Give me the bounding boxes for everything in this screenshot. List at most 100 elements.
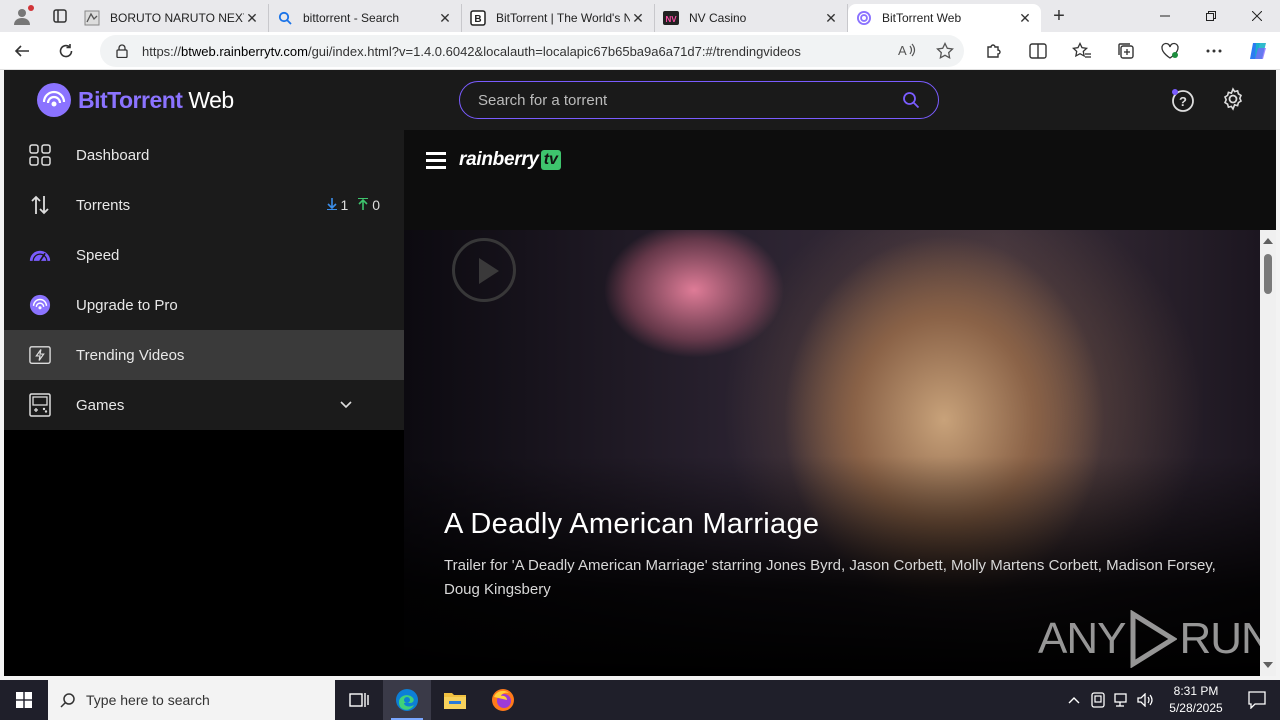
rainberry-tv-logo[interactable]: rainberry tv xyxy=(459,149,561,171)
tab-close-icon[interactable]: ✕ xyxy=(437,10,453,27)
help-icon[interactable]: ? xyxy=(1170,87,1196,113)
video-title: A Deadly American Marriage xyxy=(444,508,820,540)
play-button-icon[interactable] xyxy=(452,238,516,302)
tab-close-icon[interactable]: ✕ xyxy=(630,10,646,27)
task-view-button[interactable] xyxy=(335,680,383,720)
heart-pulse-icon xyxy=(1161,42,1179,59)
favorite-star-icon[interactable] xyxy=(936,42,954,60)
profile-button[interactable] xyxy=(0,0,44,32)
sidebar-item-upgrade-to-pro[interactable]: Upgrade to Pro xyxy=(4,280,404,330)
browser-tab-boruto[interactable]: BORUTO NARUTO NEXT G ✕ xyxy=(76,4,269,32)
sidebar-item-label: Speed xyxy=(76,246,120,264)
edge-browser-icon xyxy=(396,689,418,711)
taskbar-file-explorer-button[interactable] xyxy=(431,680,479,720)
sidebar-item-trending-videos[interactable]: Trending Videos xyxy=(4,330,404,380)
gameboy-icon xyxy=(29,393,51,417)
settings-gear-icon[interactable] xyxy=(1221,87,1245,111)
plus-icon: + xyxy=(1053,4,1065,27)
watermark-right: RUN xyxy=(1179,614,1260,663)
sidebar-item-label: Dashboard xyxy=(76,146,150,164)
tab-actions-icon xyxy=(53,9,67,23)
play-triangle-logo-icon xyxy=(1130,610,1178,668)
network-icon xyxy=(1114,693,1127,707)
url-prefix: https:// xyxy=(142,43,182,59)
up-down-arrows-icon xyxy=(29,194,51,216)
taskbar-edge-button[interactable] xyxy=(383,680,431,720)
back-button[interactable] xyxy=(0,32,44,70)
torrent-search-input[interactable] xyxy=(478,91,878,109)
profile-notification-dot xyxy=(28,5,34,11)
hamburger-menu-icon[interactable] xyxy=(426,152,446,173)
tab-title: BitTorrent Web xyxy=(882,11,962,25)
refresh-button[interactable] xyxy=(44,32,88,70)
speedometer-icon xyxy=(29,244,51,266)
browser-tab-bittorrent[interactable]: B BitTorrent | The World's N ✕ xyxy=(462,4,655,32)
torrent-counts: 1 0 xyxy=(326,197,380,213)
address-bar[interactable]: https://btweb.rainberrytv.com/gui/index.… xyxy=(100,35,964,67)
split-screen-button[interactable] xyxy=(1016,32,1060,70)
browser-tab-nvcasino[interactable]: NV NV Casino ✕ xyxy=(655,4,848,32)
device-icon xyxy=(1091,692,1105,708)
rainberry-logo-text: rainberry xyxy=(459,149,539,170)
scrollbar-thumb[interactable] xyxy=(1264,254,1272,294)
sidebar-item-speed[interactable]: Speed xyxy=(4,230,404,280)
bittorrent-logo-icon xyxy=(37,83,71,117)
tab-actions-button[interactable] xyxy=(44,0,76,32)
show-hidden-icons-button[interactable] xyxy=(1062,696,1086,704)
favorites-button[interactable] xyxy=(1060,32,1104,70)
tab-close-icon[interactable]: ✕ xyxy=(823,10,839,27)
sidebar-item-dashboard[interactable]: Dashboard xyxy=(4,130,404,180)
video-player[interactable]: A Deadly American Marriage Trailer for '… xyxy=(404,230,1260,676)
scroll-up-arrow-icon[interactable] xyxy=(1263,238,1273,244)
start-button[interactable] xyxy=(0,680,48,720)
address-bar-actions: A xyxy=(898,42,954,60)
tray-network-button[interactable] xyxy=(1110,693,1134,707)
browser-tab-bittorrent-web[interactable]: BitTorrent Web ✕ xyxy=(848,4,1041,32)
window-controls xyxy=(1142,0,1280,32)
bittorrent-b-icon: B xyxy=(470,10,486,26)
content-scrollbar[interactable] xyxy=(1260,230,1276,676)
collections-button[interactable] xyxy=(1104,32,1148,70)
taskbar-search-box[interactable]: Type here to search xyxy=(48,680,335,720)
download-count-value: 1 xyxy=(340,197,349,213)
browser-tab-search[interactable]: bittorrent - Search ✕ xyxy=(269,4,462,32)
tab-close-icon[interactable]: ✕ xyxy=(244,10,260,27)
notification-center-button[interactable] xyxy=(1234,691,1280,709)
logo-brand: BitTorrent xyxy=(78,86,183,113)
task-view-icon xyxy=(349,693,369,707)
tab-close-icon[interactable]: ✕ xyxy=(1017,10,1033,27)
sidebar-item-games[interactable]: Games xyxy=(4,380,404,430)
sidebar-item-label: Torrents xyxy=(76,196,131,214)
tray-volume-button[interactable] xyxy=(1134,693,1158,707)
search-icon[interactable] xyxy=(902,91,920,109)
sidebar-item-torrents[interactable]: Torrents 1 0 xyxy=(4,180,404,230)
bittorrent-web-logo[interactable]: BitTorrent Web xyxy=(36,82,234,118)
firefox-icon xyxy=(492,689,514,711)
extensions-button[interactable] xyxy=(972,32,1016,70)
bittorrent-logo-icon xyxy=(29,294,51,316)
url-host: btweb.rainberrytv.com xyxy=(181,43,308,59)
url-text[interactable]: https://btweb.rainberrytv.com/gui/index.… xyxy=(142,44,842,59)
close-window-button[interactable] xyxy=(1234,0,1280,32)
trending-videos-content: rainberry tv A Deadly American Marriage … xyxy=(404,130,1276,676)
read-aloud-icon[interactable]: A xyxy=(898,42,916,58)
restore-icon xyxy=(1206,11,1216,21)
chevron-down-icon[interactable] xyxy=(340,401,352,409)
tab-title: NV Casino xyxy=(689,11,747,25)
sidebar-item-label: Games xyxy=(76,396,125,414)
rainberry-tv-header: rainberry tv xyxy=(404,130,1276,230)
restore-button[interactable] xyxy=(1188,0,1234,32)
upload-count-value: 0 xyxy=(372,197,380,213)
taskbar-firefox-button[interactable] xyxy=(479,680,527,720)
copilot-button[interactable] xyxy=(1236,32,1280,70)
taskbar-clock[interactable]: 8:31 PM 5/28/2025 xyxy=(1158,683,1234,717)
more-options-button[interactable] xyxy=(1192,32,1236,70)
browser-essentials-button[interactable] xyxy=(1148,32,1192,70)
taskbar-search-placeholder: Type here to search xyxy=(86,692,210,708)
boruto-icon xyxy=(84,10,100,26)
minimize-button[interactable] xyxy=(1142,0,1188,32)
lock-icon[interactable] xyxy=(116,44,128,58)
scroll-down-arrow-icon[interactable] xyxy=(1263,662,1273,668)
tray-device-button[interactable] xyxy=(1086,692,1110,708)
new-tab-button[interactable]: + xyxy=(1041,0,1077,32)
